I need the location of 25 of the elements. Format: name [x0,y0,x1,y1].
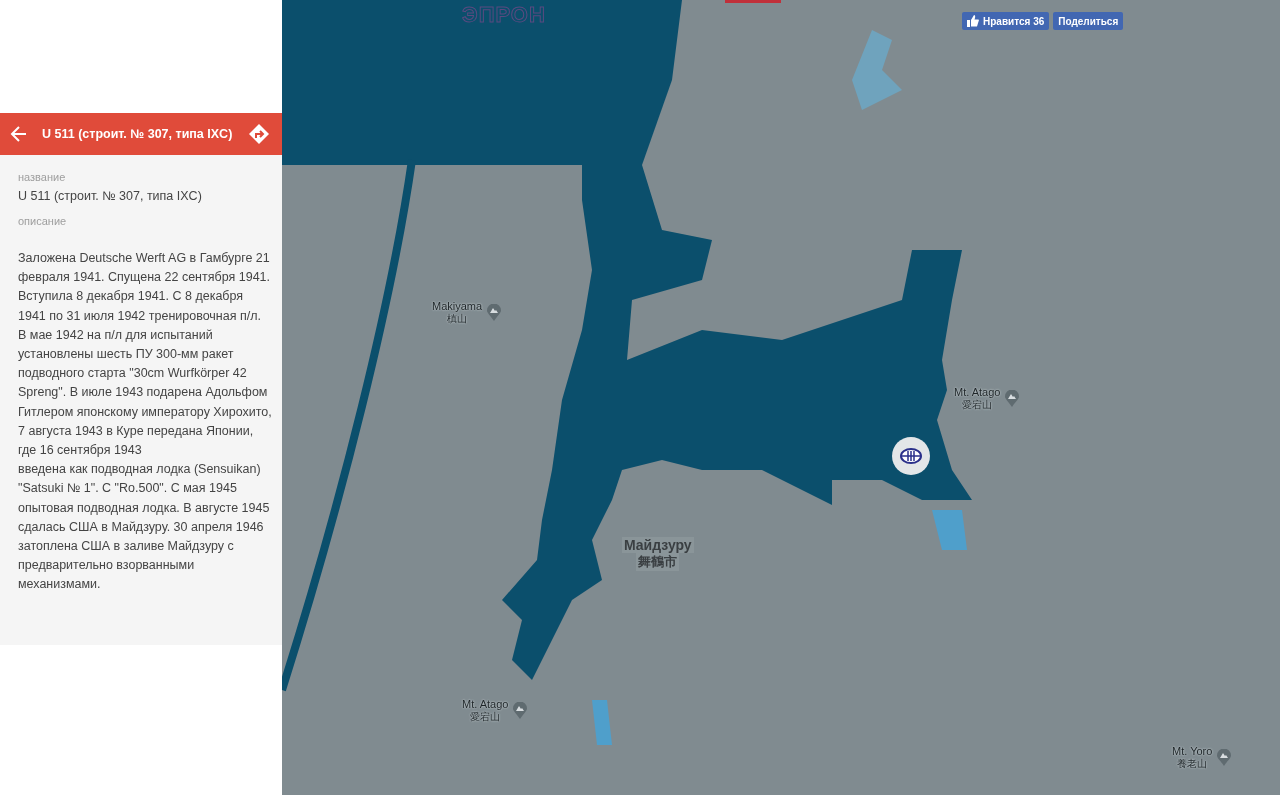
overlay-title: ЭПРОН [462,2,546,28]
mountain-label: Mt. Atago [462,698,509,710]
mountain-label: Makiyama [432,300,483,312]
city-label: Майдзуру [622,537,694,553]
field-label: описание [18,215,68,227]
local-name-label: 養老山 [1177,757,1208,771]
thumbs-up-icon [967,15,979,27]
mountain-label: Mt. Yoro [1172,745,1213,757]
map[interactable]: ЭПРОН Нравится 36 Поделиться Makiyama 槙山 Mt. Atago 愛宕山 Майдзуру 舞鶴市 Mt. Atago 愛宕山 Mt. Yoro 養老山 [282,0,1280,795]
local-name-label: 槙山 [447,312,468,326]
description-text: введена как подводная лодка (Sensuikan) "Satsuki № 1". С "Ro.500". С мая 1945 опытовая подводная лодка. В августе 1945 сдалась США в Майдзуру. 30 апреля 1946 затоплена США в заливе Майдзуру с предварительно взорванными механизмами. [18,461,271,594]
mountain-pin-icon [487,304,502,322]
like-button[interactable]: Нравится 36 [962,12,1050,30]
place-title: U 511 (строит. № 307, типа IXC) [42,127,234,141]
mountain-label: Mt. Atago [954,386,1001,398]
local-name-label: 愛宕山 [470,711,501,724]
mountain-pin-icon [1005,390,1020,408]
field-value: U 511 (строит. № 307, типа IXC) [18,189,203,203]
mountain-pin-icon [513,702,528,720]
field-label: название [18,171,67,183]
tab-marker [725,0,781,3]
local-name-label: 舞鶴市 [636,553,680,571]
mountain-pin-icon [1217,749,1232,767]
share-button[interactable]: Поделиться [1053,12,1124,30]
local-name-label: 愛宕山 [962,399,993,412]
